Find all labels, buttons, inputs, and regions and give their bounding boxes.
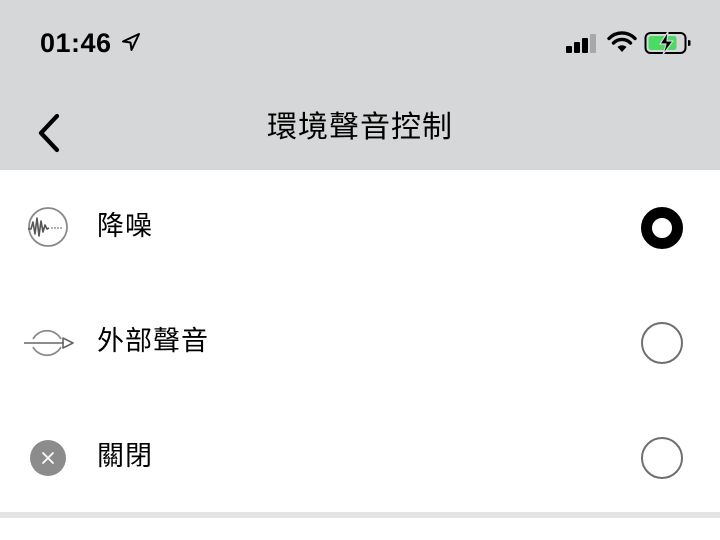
ambient-sound-icon (24, 329, 74, 357)
ambient-sound-control-screen: 01:46 環境聲音控制 降噪 外部聲音 關閉 (0, 0, 720, 540)
option-label: 關閉 (97, 441, 153, 472)
option-noise-cancelling[interactable]: 降噪 (0, 170, 720, 285)
page-title: 環境聲音控制 (267, 110, 453, 145)
option-ambient-sound[interactable]: 外部聲音 (0, 285, 720, 400)
noise-cancelling-icon (28, 207, 68, 247)
radio-button-selected[interactable] (641, 207, 683, 249)
radio-button-unselected[interactable] (641, 322, 683, 364)
battery-charging-icon (644, 30, 691, 56)
off-icon (30, 440, 66, 476)
option-label: 降噪 (97, 211, 153, 242)
header: 01:46 環境聲音控制 (0, 0, 720, 170)
status-time: 01:46 (40, 28, 112, 58)
bottom-area (0, 518, 720, 540)
cellular-signal-icon (566, 34, 596, 53)
radio-button-unselected[interactable] (641, 437, 683, 479)
option-off[interactable]: 關閉 (0, 400, 720, 515)
option-label: 外部聲音 (97, 326, 209, 357)
wifi-icon (607, 31, 637, 52)
location-arrow-icon (122, 33, 140, 51)
